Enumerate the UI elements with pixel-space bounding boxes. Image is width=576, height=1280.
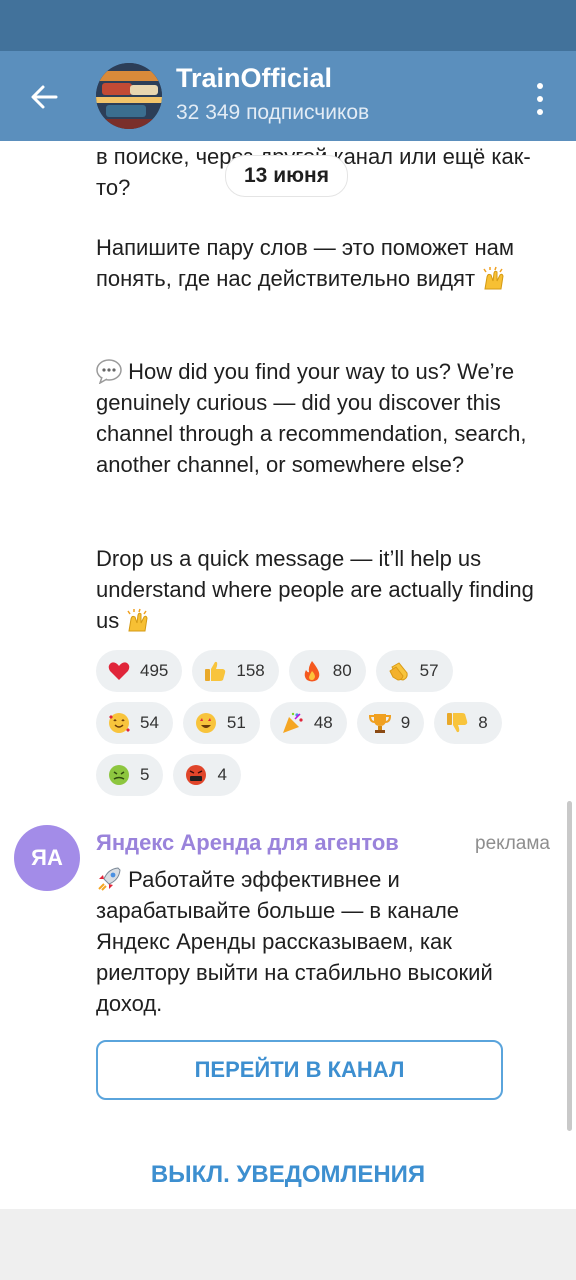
raising-hands-icon [127,608,148,632]
star-struck-icon [193,710,219,736]
reaction-clap[interactable]: 57 [375,650,453,692]
ad-label[interactable]: реклама [475,833,550,855]
reaction-thumbs-up[interactable]: 158 [192,650,279,692]
post-paragraph-ru: Напишите пару слов — это поможет нам пон… [96,232,536,294]
party-popper-icon [280,710,306,736]
reaction-star-struck[interactable]: 51 [182,702,260,744]
reaction-count: 57 [419,661,439,680]
ad-avatar[interactable]: ЯА [14,825,80,891]
trophy-icon [367,710,393,736]
reaction-heart[interactable]: 495 [96,650,183,692]
ad-channel-name[interactable]: Яндекс Аренда для агентов [96,830,399,856]
ad-message: Работайте эффективнее и зарабатывайте бо… [96,864,536,1019]
back-button[interactable] [20,73,68,121]
channel-avatar[interactable] [96,63,162,129]
go-to-channel-button[interactable]: ПЕРЕЙТИ В КАНАЛ [96,1040,503,1100]
system-nav-bar [0,1209,576,1280]
reaction-count: 48 [313,713,333,732]
more-menu-button[interactable] [526,79,554,119]
dot-icon [537,96,543,102]
reaction-fire[interactable]: 80 [288,650,366,692]
reaction-count: 4 [217,765,227,784]
cursing-face-icon [183,762,209,788]
post-text-en-1: How did you find your way to us? We’re g… [96,359,533,477]
reaction-count: 495 [140,661,169,680]
reaction-count: 80 [332,661,352,680]
reaction-smiling-hearts[interactable]: 54 [96,702,173,744]
post-text-en-2: Drop us a quick message — it’ll help us … [96,546,540,633]
reaction-cursing[interactable]: 4 [173,754,241,796]
arrow-left-icon [31,85,58,109]
scrollbar[interactable] [567,801,572,1131]
heart-icon [106,658,132,684]
reaction-count: 51 [226,713,246,732]
post-paragraph-en-2: Drop us a quick message — it’ll help us … [96,543,536,636]
thumbs-down-icon [444,710,470,736]
fire-icon [299,658,325,684]
speech-bubble-icon [96,359,122,384]
rocket-icon [98,867,121,891]
nauseated-face-icon [106,762,132,788]
reaction-thumbs-down[interactable]: 8 [434,702,502,744]
reaction-trophy[interactable]: 9 [356,702,425,744]
post-paragraph-en-1: How did you find your way to us? We’re g… [96,356,536,480]
thumbs-up-icon [202,658,228,684]
ad-text: Работайте эффективнее и зарабатывайте бо… [96,867,493,1016]
reaction-count: 158 [236,661,265,680]
raising-hands-icon [483,266,504,290]
reaction-count: 9 [400,713,411,732]
mute-notifications-button[interactable]: ВЫКЛ. УВЕДОМЛЕНИЯ [0,1141,576,1209]
reaction-count: 5 [140,765,150,784]
smiling-hearts-icon [106,710,132,736]
date-badge: 13 июня [225,155,348,197]
clapping-icon [386,658,412,684]
reactions-panel: 495 158 80 57 54 51 48 9 8 5 4 [96,650,536,806]
dot-icon [537,83,543,89]
channel-title[interactable]: TrainOfficial [176,63,332,94]
channel-header: TrainOfficial 32 349 подписчиков [0,51,576,141]
subscriber-count: 32 349 подписчиков [176,101,370,124]
reaction-count: 8 [478,713,488,732]
reaction-nauseated[interactable]: 5 [96,754,164,796]
message-list[interactable]: в поиске, через другой канал или ещё как… [0,141,576,1209]
reaction-count: 54 [140,713,159,732]
dot-icon [537,109,543,115]
reaction-party[interactable]: 48 [269,702,347,744]
post-text-ru-2: Напишите пару слов — это поможет нам пон… [96,235,521,291]
status-bar [0,0,576,51]
